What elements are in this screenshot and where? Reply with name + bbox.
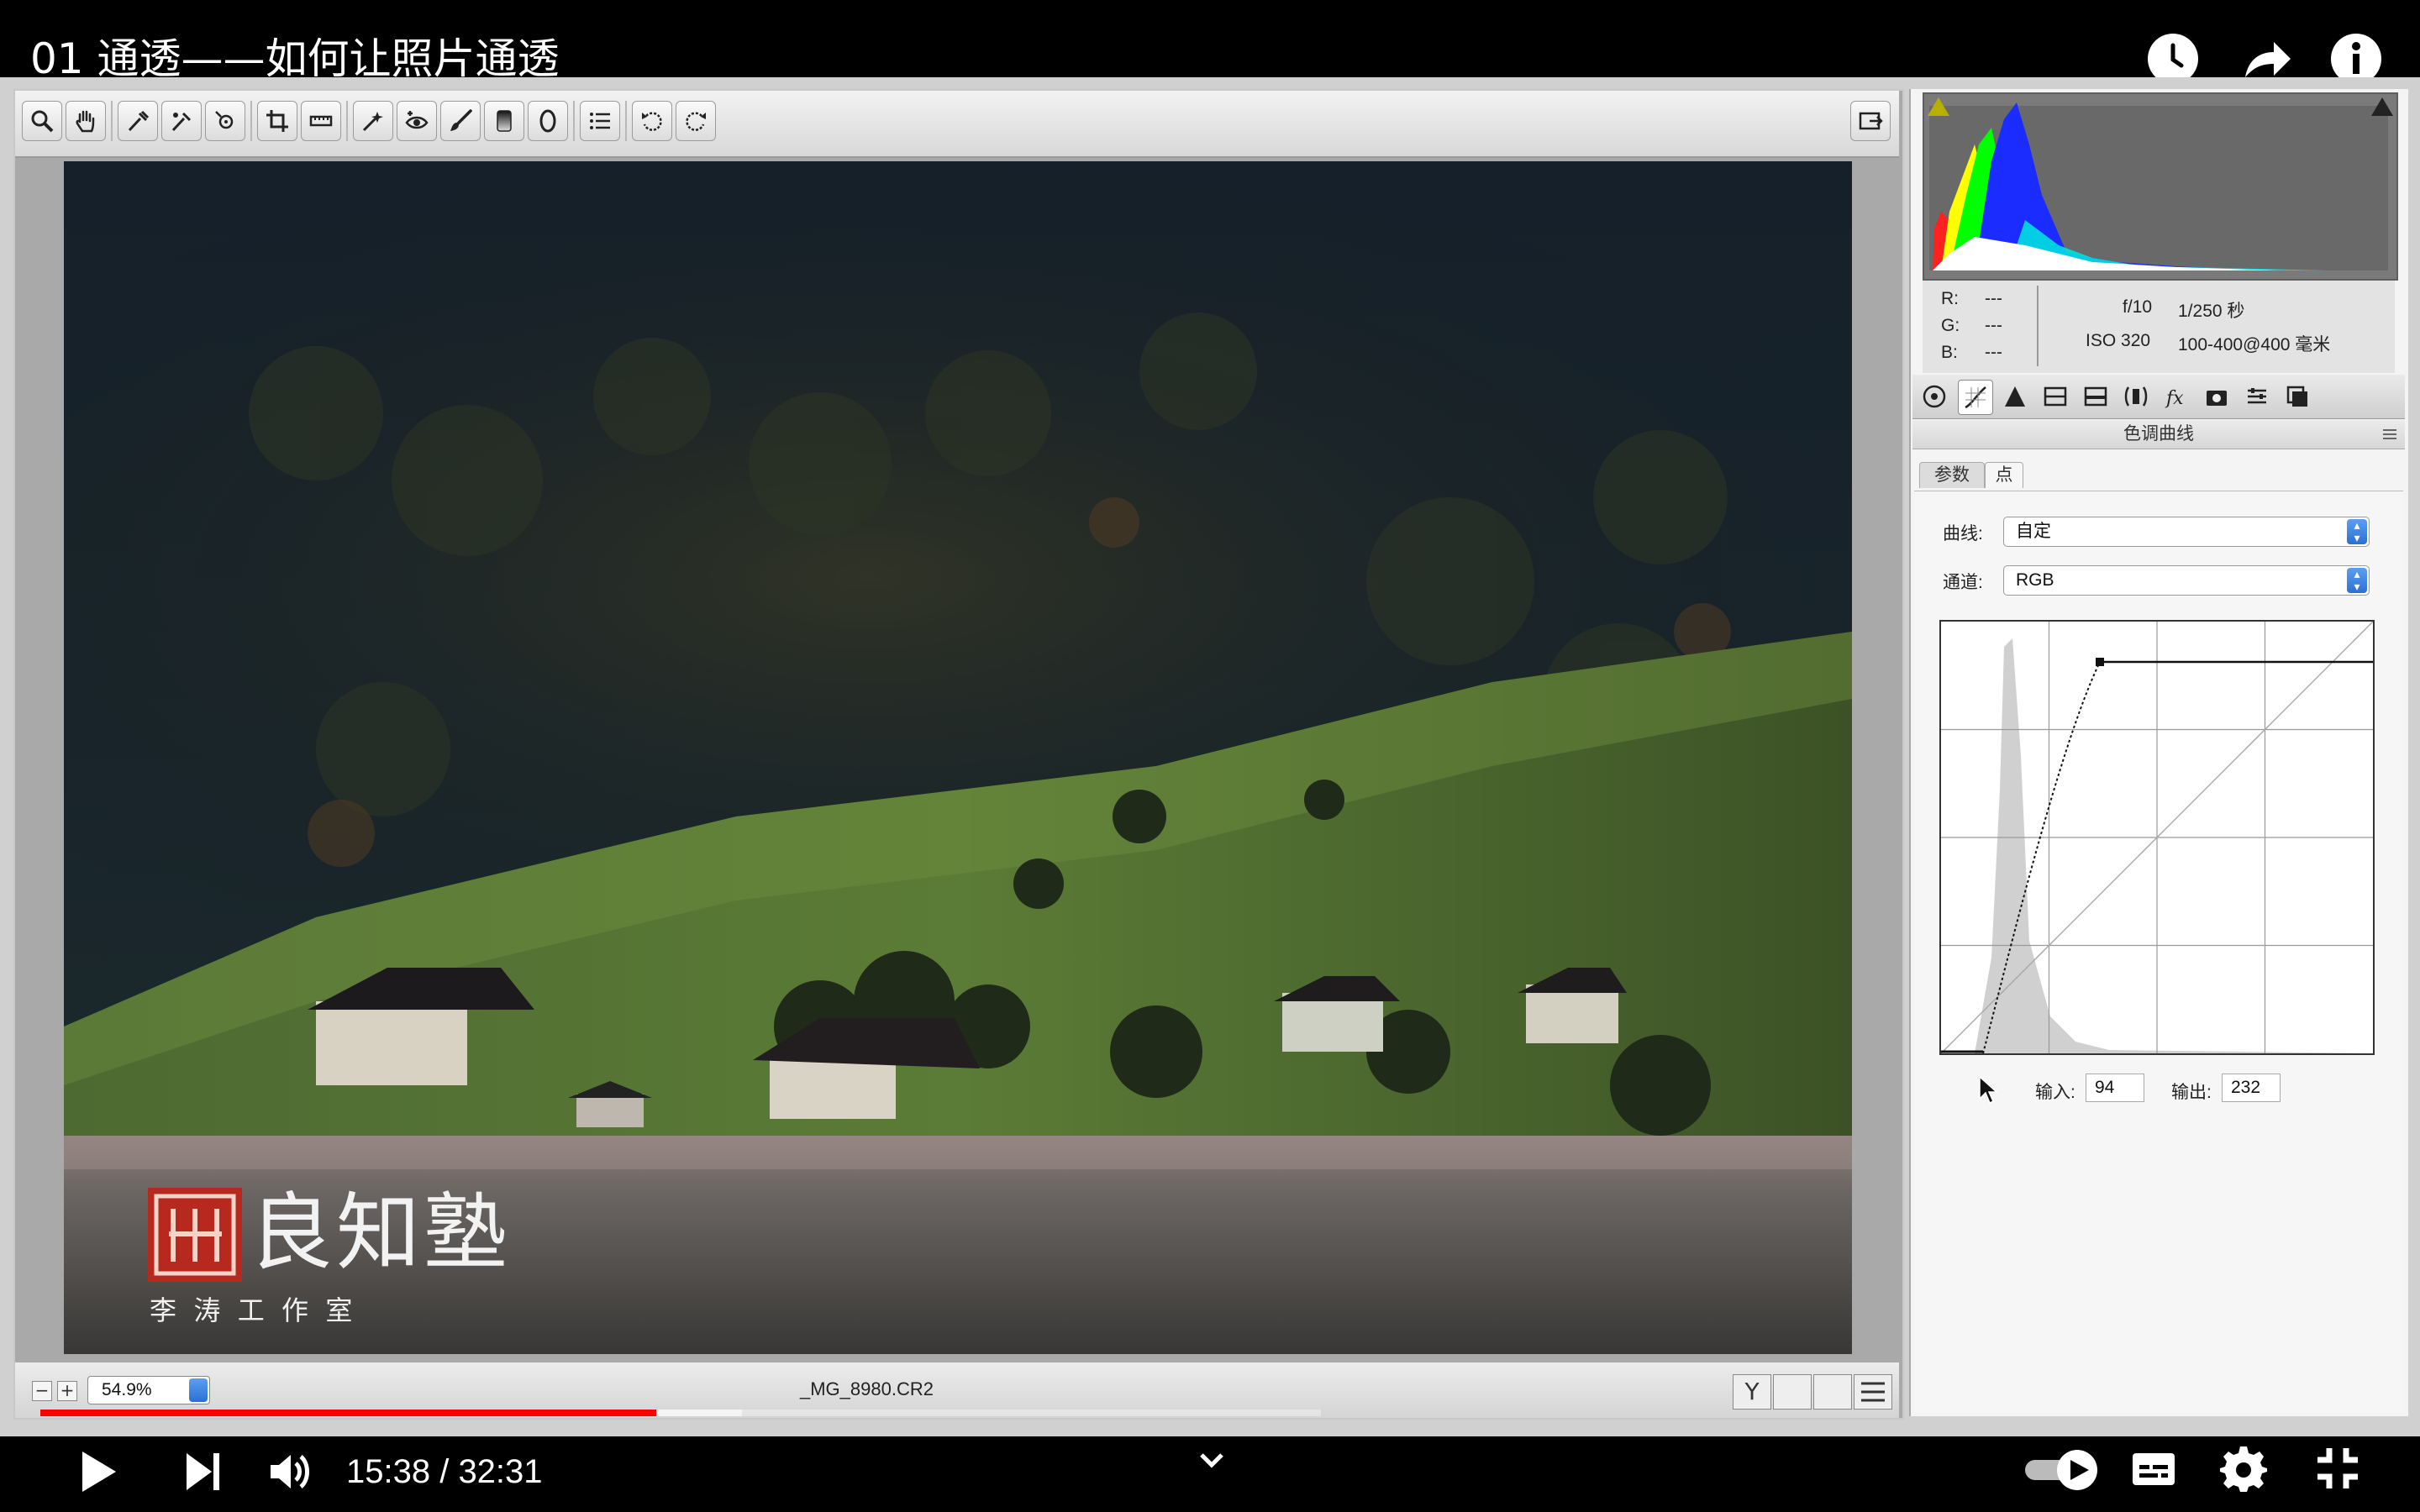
zoom-icon[interactable] bbox=[22, 101, 62, 141]
watch-later-icon[interactable] bbox=[2148, 34, 2198, 84]
progress-played bbox=[40, 1410, 1321, 1416]
panel-tabs: fx bbox=[1912, 375, 2405, 419]
filename-label: _MG_8980.CR2 bbox=[800, 1378, 934, 1399]
info-icon[interactable] bbox=[2331, 34, 2381, 84]
time-display: 15:38 / 32:31 bbox=[346, 1453, 543, 1490]
lens-value: 100-400@400 毫米 bbox=[2178, 335, 2331, 354]
radial-filter-icon[interactable] bbox=[528, 101, 568, 141]
r-label: R: bbox=[1941, 289, 1959, 308]
split-toning-tab-icon[interactable] bbox=[2079, 380, 2112, 413]
aperture-value: f/10 bbox=[2123, 297, 2153, 317]
shutter-value: 1/250 秒 bbox=[2178, 302, 2245, 321]
camera-calibration-tab-icon[interactable] bbox=[2200, 380, 2233, 413]
g-label: G: bbox=[1941, 316, 1960, 335]
lens-corrections-tab-icon[interactable] bbox=[2119, 380, 2153, 413]
channel-select[interactable]: RGB ▴ ▾ bbox=[2003, 565, 2370, 596]
curve-label: 曲线: bbox=[1943, 524, 1983, 543]
rotate-right-icon[interactable] bbox=[676, 101, 716, 141]
snapshots-tab-icon[interactable] bbox=[2281, 380, 2314, 413]
toolbar-divider bbox=[573, 101, 575, 141]
hsl-tab-icon[interactable] bbox=[2039, 380, 2072, 413]
seal-logo bbox=[148, 1188, 242, 1282]
toolbar-divider bbox=[625, 101, 627, 141]
toolbar-divider bbox=[346, 101, 348, 141]
hand-icon[interactable] bbox=[66, 101, 106, 141]
info-divider bbox=[2037, 286, 2039, 366]
presets-tab-icon[interactable] bbox=[2240, 380, 2274, 413]
curve-value: 自定 bbox=[2016, 522, 2051, 541]
detail-tab-icon[interactable] bbox=[1998, 380, 2032, 413]
curve-select-arrow-icon: ▴ ▾ bbox=[2347, 519, 2367, 544]
b-value: --- bbox=[1985, 343, 2002, 362]
zoom-in-icon[interactable]: + bbox=[57, 1381, 77, 1401]
exit-fullscreen-icon[interactable] bbox=[2314, 1445, 2361, 1492]
watermark-brand: 良知塾 bbox=[249, 1184, 511, 1282]
zoom-select-arrow-icon[interactable] bbox=[189, 1378, 208, 1402]
graduated-filter-icon[interactable] bbox=[484, 101, 524, 141]
swap-icon[interactable] bbox=[1773, 1374, 1812, 1410]
input-label: 输入: bbox=[2035, 1083, 2075, 1102]
toolbar-divider bbox=[250, 101, 252, 141]
histogram bbox=[1923, 92, 2398, 281]
color-sampler-icon[interactable] bbox=[161, 101, 202, 141]
zoom-value: 54.9% bbox=[102, 1380, 152, 1399]
zoom-out-icon[interactable]: − bbox=[32, 1381, 52, 1401]
subtitles-icon[interactable] bbox=[2131, 1448, 2176, 1490]
tone-curve-graph[interactable] bbox=[1939, 620, 2375, 1055]
autoplay-toggle-icon[interactable] bbox=[2022, 1446, 2102, 1494]
tab-parametric[interactable]: 参数 bbox=[1919, 462, 1985, 488]
crop-icon[interactable] bbox=[257, 101, 297, 141]
r-value: --- bbox=[1985, 289, 2002, 308]
spot-removal-icon[interactable] bbox=[353, 101, 393, 141]
svg-text:fx: fx bbox=[2165, 388, 2184, 409]
channel-select-arrow-icon: ▴ ▾ bbox=[2347, 568, 2367, 593]
copy-settings-icon[interactable] bbox=[1813, 1374, 1852, 1410]
watermark-subtitle: 李 涛 工 作 室 bbox=[150, 1294, 353, 1326]
fullscreen-toggle-icon[interactable] bbox=[1850, 101, 1891, 141]
g-value: --- bbox=[1985, 316, 2002, 335]
toolbar-divider bbox=[111, 101, 113, 141]
output-label: 输出: bbox=[2171, 1083, 2212, 1102]
tone-curve-tab-icon[interactable] bbox=[1958, 380, 1993, 415]
input-field[interactable]: 94 bbox=[2086, 1074, 2144, 1102]
tab-point[interactable]: 点 bbox=[1985, 462, 2023, 488]
panel-title: 色调曲线 bbox=[2123, 424, 2194, 444]
target-adjust-icon[interactable] bbox=[205, 101, 245, 141]
chevron-down-icon[interactable] bbox=[1195, 1445, 1228, 1478]
zoom-select[interactable]: 54.9% bbox=[87, 1376, 210, 1404]
white-balance-icon[interactable] bbox=[118, 101, 158, 141]
photo-preview[interactable] bbox=[64, 161, 1852, 1354]
b-label: B: bbox=[1941, 343, 1958, 362]
channel-label: 通道: bbox=[1943, 573, 1983, 592]
image-info: R: --- G: --- B: --- f/10 1/250 秒 ISO 32… bbox=[1923, 281, 2395, 373]
basic-tab-icon[interactable] bbox=[1918, 380, 1951, 413]
next-icon[interactable] bbox=[183, 1450, 222, 1494]
rotate-left-icon[interactable] bbox=[632, 101, 672, 141]
curve-point[interactable] bbox=[2096, 658, 2104, 666]
effects-tab-icon[interactable]: fx bbox=[2160, 380, 2193, 413]
settings-icon[interactable] bbox=[2220, 1445, 2267, 1492]
red-eye-icon[interactable] bbox=[397, 101, 437, 141]
iso-value: ISO 320 bbox=[2086, 331, 2151, 350]
before-after-icon[interactable]: Y bbox=[1733, 1374, 1771, 1410]
share-icon[interactable] bbox=[2237, 34, 2296, 84]
mouse-cursor-icon bbox=[1978, 1075, 2000, 1105]
play-icon[interactable] bbox=[77, 1446, 119, 1497]
curve-subtabs: 参数 点 bbox=[1919, 462, 2398, 492]
tool-bar bbox=[15, 91, 1899, 158]
panel-header: 色调曲线 bbox=[1912, 420, 2405, 449]
adjustment-brush-icon[interactable] bbox=[440, 101, 481, 141]
view-settings-icon[interactable] bbox=[1854, 1374, 1892, 1410]
channel-value: RGB bbox=[2016, 570, 2054, 590]
straighten-icon[interactable] bbox=[301, 101, 341, 141]
volume-icon[interactable] bbox=[267, 1448, 314, 1495]
curve-select[interactable]: 自定 ▴ ▾ bbox=[2003, 517, 2370, 547]
output-field[interactable]: 232 bbox=[2222, 1074, 2281, 1102]
preferences-icon[interactable] bbox=[580, 101, 620, 141]
panel-menu-icon[interactable] bbox=[2381, 427, 2398, 442]
